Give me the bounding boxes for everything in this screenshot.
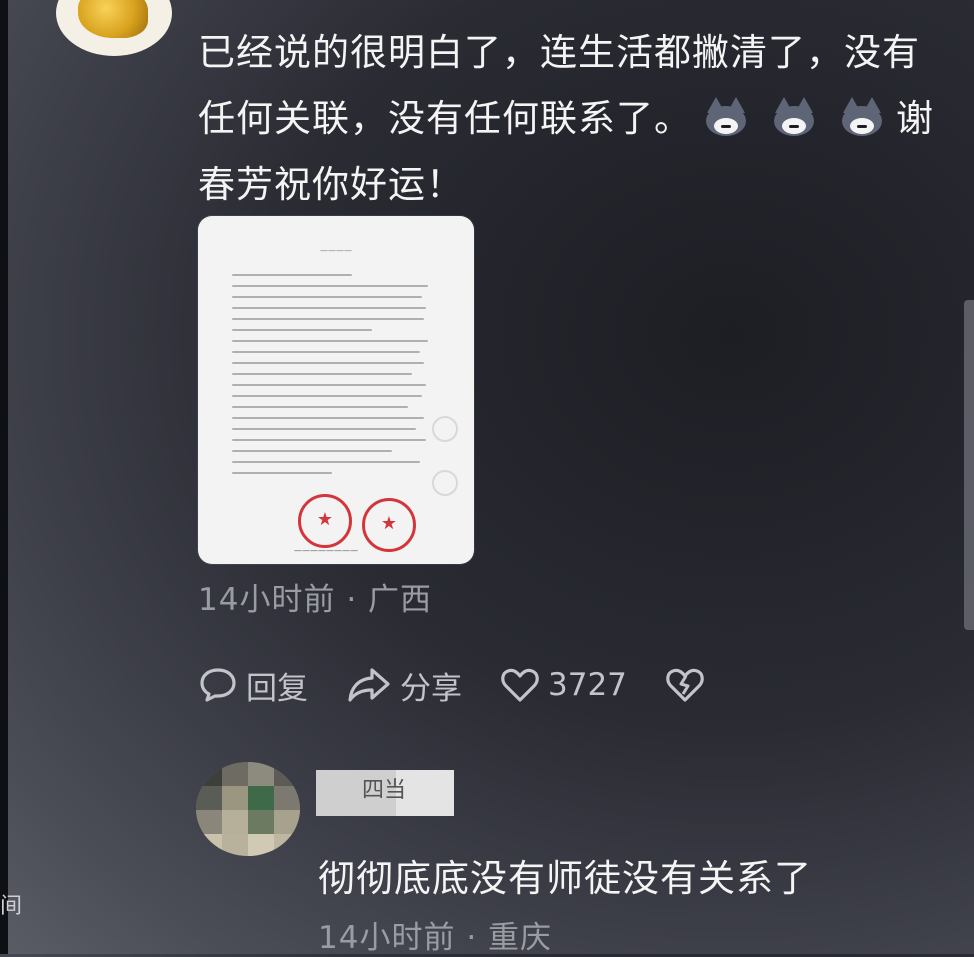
- speech-bubble-icon: [200, 668, 236, 702]
- comment-line-2-text: 任何关联，没有任何联系了。: [198, 97, 692, 140]
- reply-meta: 14小时前 · 重庆: [318, 912, 552, 957]
- left-edge-strip: [0, 0, 8, 954]
- comment-line-2-tail: 谢: [896, 97, 934, 140]
- dislike-button[interactable]: [665, 666, 713, 704]
- commenter-avatar[interactable]: [56, 0, 172, 56]
- share-button[interactable]: 分享: [346, 663, 462, 708]
- reply-avatar-pixelated[interactable]: [196, 762, 300, 856]
- document-title-blur: ————: [320, 246, 352, 255]
- scrollbar[interactable]: [964, 300, 974, 630]
- share-arrow-icon: [348, 668, 390, 702]
- edge-glyph: 间: [0, 894, 23, 919]
- document-image-attachment[interactable]: ———— ★ ★ ————————: [198, 216, 474, 564]
- like-button[interactable]: 3727: [500, 666, 627, 704]
- reply-location: 重庆: [488, 920, 553, 956]
- reply-body: 彻彻底底没有师徒没有关系了: [318, 857, 812, 900]
- broken-heart-icon: [666, 668, 704, 702]
- red-seal-stamp: ★: [298, 494, 352, 548]
- share-label: 分享: [400, 670, 462, 707]
- comment-line-2: 任何关联，没有任何联系了。 谢: [198, 86, 948, 152]
- heart-icon: [501, 668, 539, 702]
- comment-time: 14小时前: [198, 582, 336, 618]
- reply-button[interactable]: 回复: [198, 663, 308, 708]
- wolf-emoji-icon: [704, 97, 748, 137]
- meta-separator: ·: [346, 582, 358, 618]
- reply-label: 回复: [246, 670, 308, 707]
- like-count: 3727: [548, 667, 627, 703]
- comment-meta: 14小时前 · 广西: [198, 574, 432, 619]
- avatar-gold-image: [78, 0, 148, 38]
- comment-line-1: 已经说的很明白了，连生活都撇清了，没有: [198, 31, 920, 74]
- ghost-heart-icon: [432, 416, 458, 442]
- meta-separator: ·: [466, 920, 478, 956]
- ghost-comment-icon: [432, 470, 458, 496]
- comment-line-3: 春芳祝你好运！: [198, 163, 464, 206]
- document-date-blur: ————————: [294, 546, 358, 555]
- reply-username-fragment: 四当: [362, 778, 407, 803]
- red-seal-stamp: ★: [362, 498, 416, 552]
- wolf-emoji-icon: [840, 97, 884, 137]
- comment-body: 已经说的很明白了，连生活都撇清了，没有 任何关联，没有任何联系了。 谢 春芳祝你好…: [198, 20, 948, 218]
- reply-time: 14小时前: [318, 920, 456, 956]
- wolf-emoji-icon: [772, 97, 816, 137]
- comment-action-bar: 回复 分享 3727: [198, 660, 751, 710]
- document-text-lines: [232, 274, 432, 483]
- comment-location: 广西: [368, 582, 433, 618]
